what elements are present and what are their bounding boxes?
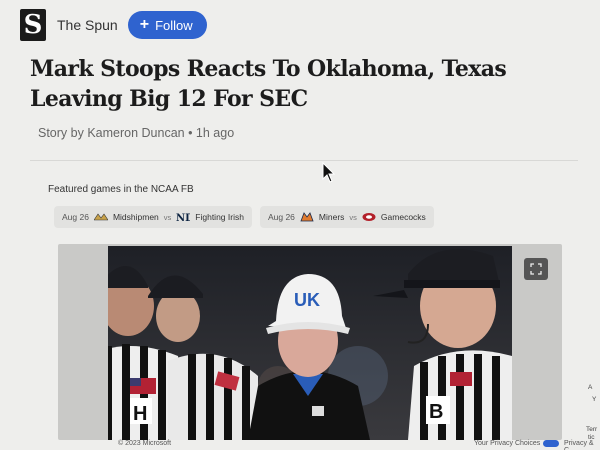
article-media: H UK B — [58, 244, 562, 440]
article-byline: Story by Kameron Duncan • 1h ago — [38, 126, 235, 140]
privacy-link[interactable]: Privacy & C — [564, 440, 600, 450]
side-fragment: Terr — [586, 426, 598, 433]
side-fragment: A — [588, 384, 593, 391]
expand-icon — [530, 263, 542, 275]
follow-button[interactable]: + Follow — [127, 11, 207, 39]
jersey-letter-left: H — [133, 403, 147, 425]
featured-games-label: Featured games in the NCAA FB — [48, 184, 194, 195]
cap-logo: UK — [294, 290, 320, 310]
game-chip-2[interactable]: Aug 26 Miners vs Gamecocks — [259, 206, 434, 228]
expand-image-button[interactable] — [524, 258, 548, 280]
team-name: Gamecocks — [380, 212, 426, 222]
notre-dame-logo-icon: ND — [176, 213, 190, 222]
privacy-choices-label: Your Privacy Choices — [474, 440, 541, 447]
gamecocks-logo-icon — [362, 213, 376, 221]
team-name: Fighting Irish — [195, 212, 244, 222]
source-logo[interactable]: S — [20, 9, 46, 41]
privacy-choices-link[interactable]: Your Privacy Choices — [474, 440, 560, 447]
plus-icon: + — [139, 16, 150, 33]
navy-logo-icon — [93, 213, 108, 221]
page-footer: © 2023 Microsoft Your Privacy Choices Pr… — [0, 438, 600, 450]
vs-label: vs — [349, 212, 357, 222]
team-name: Midshipmen — [112, 212, 159, 222]
article-header: S The Spun + Follow — [20, 8, 207, 42]
mouse-cursor-icon — [322, 162, 336, 183]
privacy-toggle-icon — [543, 440, 560, 447]
source-name[interactable]: The Spun — [57, 17, 118, 33]
side-fragment: Y — [592, 396, 597, 403]
article-photo[interactable]: H UK B — [108, 246, 512, 440]
divider — [30, 160, 578, 161]
svg-text:ND: ND — [176, 213, 190, 222]
featured-games-list: Aug 26 Midshipmen vs ND Fighting Irish A… — [54, 206, 434, 228]
utep-logo-icon — [300, 212, 314, 222]
jersey-letter-right: B — [429, 401, 443, 423]
game-date: Aug 26 — [62, 212, 89, 222]
vs-label: vs — [163, 212, 172, 222]
follow-label: Follow — [155, 17, 193, 33]
game-chip-1[interactable]: Aug 26 Midshipmen vs ND Fighting Irish — [54, 206, 252, 228]
copyright-text: © 2023 Microsoft — [118, 440, 172, 447]
photo-scene: H UK B — [108, 246, 512, 440]
game-date: Aug 26 — [267, 212, 295, 222]
article-title: Mark Stoops Reacts To Oklahoma, Texas Le… — [30, 56, 507, 112]
team-name: Miners — [318, 212, 345, 222]
